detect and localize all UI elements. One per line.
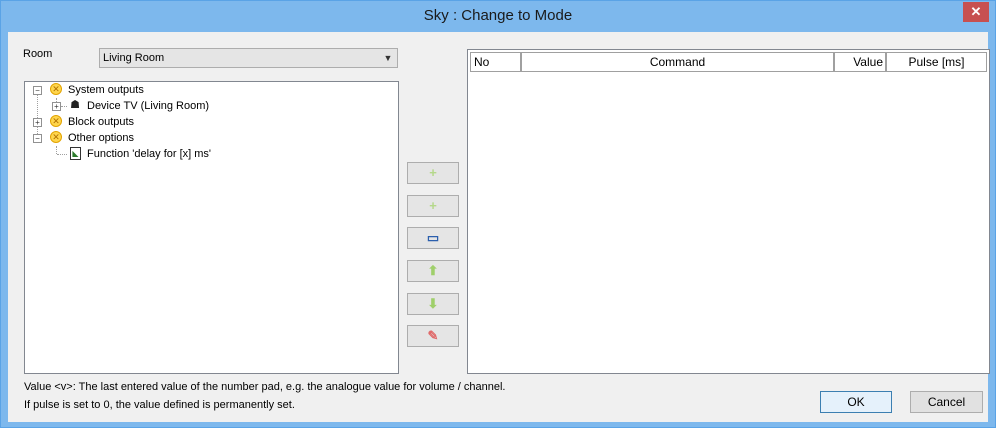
collapse-icon[interactable]: −	[33, 134, 42, 143]
output-group-icon: ✕	[50, 83, 62, 95]
column-header-pulse[interactable]: Pulse [ms]	[886, 52, 987, 72]
column-header-command[interactable]: Command	[521, 52, 834, 72]
tree-item-label: Block outputs	[68, 116, 135, 128]
output-tree[interactable]: − ✕ System outputs + ☗ Device TV (Living…	[24, 81, 399, 374]
tree-item-label: Device TV (Living Room)	[87, 100, 210, 112]
command-grid[interactable]: No Command Value Pulse [ms]	[467, 49, 990, 374]
tree-item-label: Function 'delay for [x] ms'	[87, 148, 212, 160]
delete-command-button[interactable]: ✎	[407, 325, 459, 347]
column-header-no[interactable]: No	[470, 52, 521, 72]
collapse-icon[interactable]: −	[33, 86, 42, 95]
tree-item-label: System outputs	[68, 84, 144, 96]
arrow-down-icon: ⬇	[427, 296, 439, 311]
dialog-window: Sky : Change to Mode ✕ Room Living Room …	[0, 0, 996, 428]
arrow-up-icon: ⬆	[427, 263, 439, 278]
move-up-button[interactable]: ⬆	[407, 260, 459, 282]
chevron-down-icon: ▼	[383, 53, 393, 63]
tree-item-other-options[interactable]: − ✕ Other options	[25, 130, 395, 146]
room-select[interactable]: Living Room ▼	[99, 48, 398, 68]
room-label: Room	[23, 48, 53, 60]
expand-icon[interactable]: +	[33, 118, 42, 127]
column-header-value[interactable]: Value	[834, 52, 886, 72]
tree-item-delay-function[interactable]: ◣ Function 'delay for [x] ms'	[25, 146, 395, 162]
move-down-button[interactable]: ⬇	[407, 293, 459, 315]
value-footnote: Value <v>: The last entered value of the…	[24, 381, 506, 393]
tree-item-system-outputs[interactable]: − ✕ System outputs	[25, 82, 395, 98]
close-button[interactable]: ✕	[963, 2, 989, 22]
edit-command-button[interactable]: ▭	[407, 227, 459, 249]
tree-item-device-tv[interactable]: + ☗ Device TV (Living Room)	[25, 98, 395, 114]
grid-header: No Command Value Pulse [ms]	[468, 52, 989, 72]
add-command-button[interactable]: +	[407, 162, 459, 184]
crop-plus-icon: +	[429, 198, 437, 213]
title-bar[interactable]: Sky : Change to Mode ✕	[1, 1, 995, 32]
add-subcommand-button[interactable]: +	[407, 195, 459, 217]
cancel-button[interactable]: Cancel	[910, 391, 983, 413]
close-icon: ✕	[970, 4, 982, 19]
tree-item-label: Other options	[68, 132, 135, 144]
eraser-icon: ✎	[427, 328, 439, 343]
dialog-client-area: Room Living Room ▼ − ✕ System outputs + …	[8, 32, 990, 422]
room-select-value: Living Room	[103, 52, 165, 64]
ok-button[interactable]: OK	[820, 391, 892, 413]
output-group-icon: ✕	[50, 131, 62, 143]
light-device-icon: ☗	[70, 99, 80, 111]
function-icon: ◣	[70, 147, 81, 160]
edit-window-icon: ▭	[426, 230, 440, 245]
output-group-icon: ✕	[50, 115, 62, 127]
pulse-footnote: If pulse is set to 0, the value defined …	[24, 399, 295, 411]
expand-icon[interactable]: +	[52, 102, 61, 111]
window-title: Sky : Change to Mode	[423, 7, 573, 24]
tree-item-block-outputs[interactable]: + ✕ Block outputs	[25, 114, 395, 130]
plus-icon: +	[429, 165, 437, 180]
